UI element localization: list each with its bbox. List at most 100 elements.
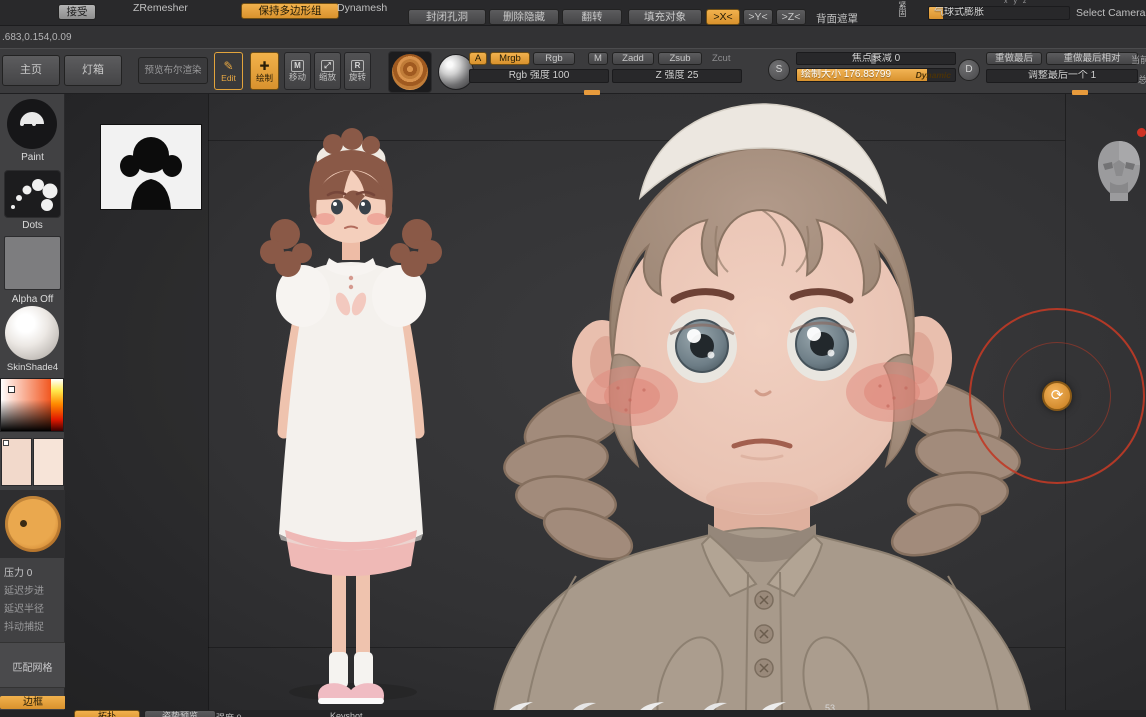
zbrush-app-window: 接受 ZRemesher 保持多边形组 Dynamesh 封闭孔洞 删除隐藏 翻… — [0, 0, 1146, 717]
move-icon: M — [291, 60, 304, 72]
zadd-button[interactable]: Zadd — [612, 52, 654, 65]
scale-mode-button[interactable]: ⤢ 缩放 — [314, 52, 341, 90]
jitter-label[interactable]: 抖动捕捉 — [4, 618, 44, 633]
select-camera-label[interactable]: Select Camera — [1076, 7, 1145, 19]
brush-tray-icon[interactable] — [568, 700, 598, 710]
material-sphere[interactable] — [5, 306, 59, 360]
divider-handle-right[interactable] — [1072, 90, 1088, 95]
symmetry-y-button[interactable]: >Y< — [743, 9, 773, 25]
adjust-last-slider[interactable]: 调整最后一个 1 — [986, 69, 1138, 83]
fill-object-button[interactable]: 填充对象 — [628, 9, 702, 25]
home-button[interactable]: 主页 — [2, 55, 60, 86]
symmetry-z-button[interactable]: >Z< — [776, 9, 806, 25]
draw-mode-button[interactable]: ✚ 绘制 — [250, 52, 279, 90]
silhouette-mask-icon — [101, 125, 201, 209]
match-grid-panel[interactable]: 匹配网格 — [0, 642, 65, 688]
balloon-inflate-label: 气球式膨胀 — [934, 7, 984, 18]
keep-polygroups-button[interactable]: 保持多边形组 — [241, 3, 339, 19]
preview-boolean-button[interactable]: 预览布尔渲染 — [138, 57, 208, 84]
sculptris-badge[interactable]: S — [768, 59, 790, 81]
pose-preview-tab[interactable]: 姿势预览 — [144, 710, 216, 717]
brush-name-label: Paint — [21, 152, 44, 163]
zsub-button[interactable]: Zsub — [658, 52, 702, 65]
color-picker[interactable] — [0, 378, 64, 432]
redo-last-relative-button[interactable]: 重做最后相对 — [1046, 52, 1138, 65]
flip-button[interactable]: 翻转 — [562, 9, 622, 25]
paint-spiral-icon — [7, 99, 57, 149]
main-toolbar: 主页 灯箱 预览布尔渲染 ✎ Edit ✚ 绘制 M 移动 ⤢ 缩放 R 旋转 … — [0, 48, 1146, 95]
draw-size-slider[interactable]: 绘制大小 176.83799 Dynamic — [796, 68, 956, 82]
edge-total-label: 总 — [1138, 75, 1146, 85]
topology-tab[interactable]: 拓扑 — [74, 710, 140, 717]
brush-preview[interactable] — [6, 98, 58, 150]
zcut-label[interactable]: Zcut — [712, 53, 730, 64]
backface-mask-label[interactable]: 背面遮罩 — [816, 11, 858, 26]
brush-tray-icon[interactable] — [758, 701, 788, 710]
edge-current-label: 当前 — [1131, 55, 1146, 65]
m-toggle-button[interactable]: M — [588, 52, 608, 65]
match-grid-label: 匹配网格 — [12, 663, 53, 674]
rotate-label: 旋转 — [348, 72, 366, 82]
alpha-name-label: Alpha Off — [11, 294, 54, 305]
lazy-radius-label[interactable]: 延迟半径 — [4, 600, 44, 615]
strength-label: 强度 0 — [216, 711, 242, 717]
stroke-preview[interactable] — [4, 170, 61, 218]
mrgb-button[interactable]: Mrgb — [490, 52, 530, 65]
draw-label: 绘制 — [255, 72, 273, 83]
hue-strip[interactable] — [51, 379, 63, 431]
bottom-bar: 拓扑 姿势预览 强度 0 Keyshot — [0, 710, 1146, 717]
reference-character-illustration — [260, 128, 442, 704]
lazy-step-label[interactable]: 延迟步进 — [4, 582, 44, 597]
close-holes-button[interactable]: 封闭孔洞 — [408, 9, 486, 25]
pin-label[interactable]: 紧固 — [897, 1, 908, 25]
redo-last-button[interactable]: 重做最后 — [986, 52, 1042, 65]
move-mode-button[interactable]: M 移动 — [284, 52, 311, 90]
sculpt-model[interactable] — [480, 94, 1040, 710]
rgb-button[interactable]: Rgb — [533, 52, 575, 65]
edit-button[interactable]: ✎ Edit — [214, 52, 243, 90]
keyshot-label[interactable]: Keyshot — [330, 711, 363, 717]
brush-tray-icon[interactable] — [636, 701, 666, 710]
divider-handle-left[interactable] — [584, 90, 600, 95]
balloon-inflate-slider[interactable]: 气球式膨胀 — [928, 6, 1070, 20]
sculpt-viewport[interactable]: ⟳ 53 — [65, 94, 1146, 710]
focal-falloff-slider[interactable]: 焦点衰减 0 — [796, 52, 956, 65]
z-intensity-slider[interactable]: Z 强度 25 — [612, 69, 742, 83]
dynamic-badge[interactable]: D — [958, 59, 980, 81]
dynamesh-label[interactable]: Dynamesh — [337, 2, 387, 14]
alpha-preview[interactable] — [4, 236, 61, 290]
brush-count-label: 53 — [825, 703, 836, 710]
brush-tray-icon[interactable] — [505, 701, 535, 710]
zremesher-label[interactable]: ZRemesher — [133, 2, 188, 14]
pencil-icon: ✎ — [223, 58, 234, 73]
delete-hidden-button[interactable]: 删除隐藏 — [489, 9, 559, 25]
move-label: 移动 — [288, 72, 306, 82]
brush-falloff-panel[interactable] — [0, 490, 65, 558]
draw-crosshair-icon: ✚ — [259, 58, 270, 73]
a-toggle-button[interactable]: A — [469, 52, 487, 65]
brush-falloff-circle-icon — [4, 496, 61, 552]
rotate-gizmo-button[interactable]: ⟳ — [1042, 381, 1072, 411]
z-intensity-label: Z 强度 25 — [655, 70, 699, 81]
rotate-icon: R — [351, 60, 364, 72]
dynamic-label: Dynamic — [915, 70, 951, 80]
brush-tray-icon[interactable] — [699, 700, 729, 710]
symmetry-x-button[interactable]: >X< — [706, 9, 740, 25]
rotate-mode-button[interactable]: R 旋转 — [344, 52, 371, 90]
secondary-color-swatch[interactable] — [33, 438, 64, 486]
scale-icon: ⤢ — [321, 60, 334, 72]
color-picker-marker[interactable] — [8, 386, 15, 393]
rgb-intensity-slider[interactable]: Rgb 强度 100 — [469, 69, 609, 83]
pressure-label[interactable]: 压力 0 — [4, 564, 32, 579]
accept-button[interactable]: 接受 — [58, 4, 96, 20]
navigation-dot[interactable] — [1137, 128, 1146, 137]
frame-tab[interactable]: 边框 — [0, 696, 66, 709]
adjust-last-label: 调整最后一个 1 — [1027, 70, 1097, 81]
polymesh-head-icon[interactable] — [1093, 138, 1145, 202]
reference-thumbnail[interactable] — [100, 124, 202, 210]
stroke-name-label: Dots — [22, 220, 43, 231]
texture-sphere-icon — [391, 53, 429, 91]
primary-color-swatch[interactable] — [1, 438, 32, 486]
texture-slot[interactable] — [388, 51, 432, 93]
lightbox-button[interactable]: 灯箱 — [64, 55, 122, 86]
